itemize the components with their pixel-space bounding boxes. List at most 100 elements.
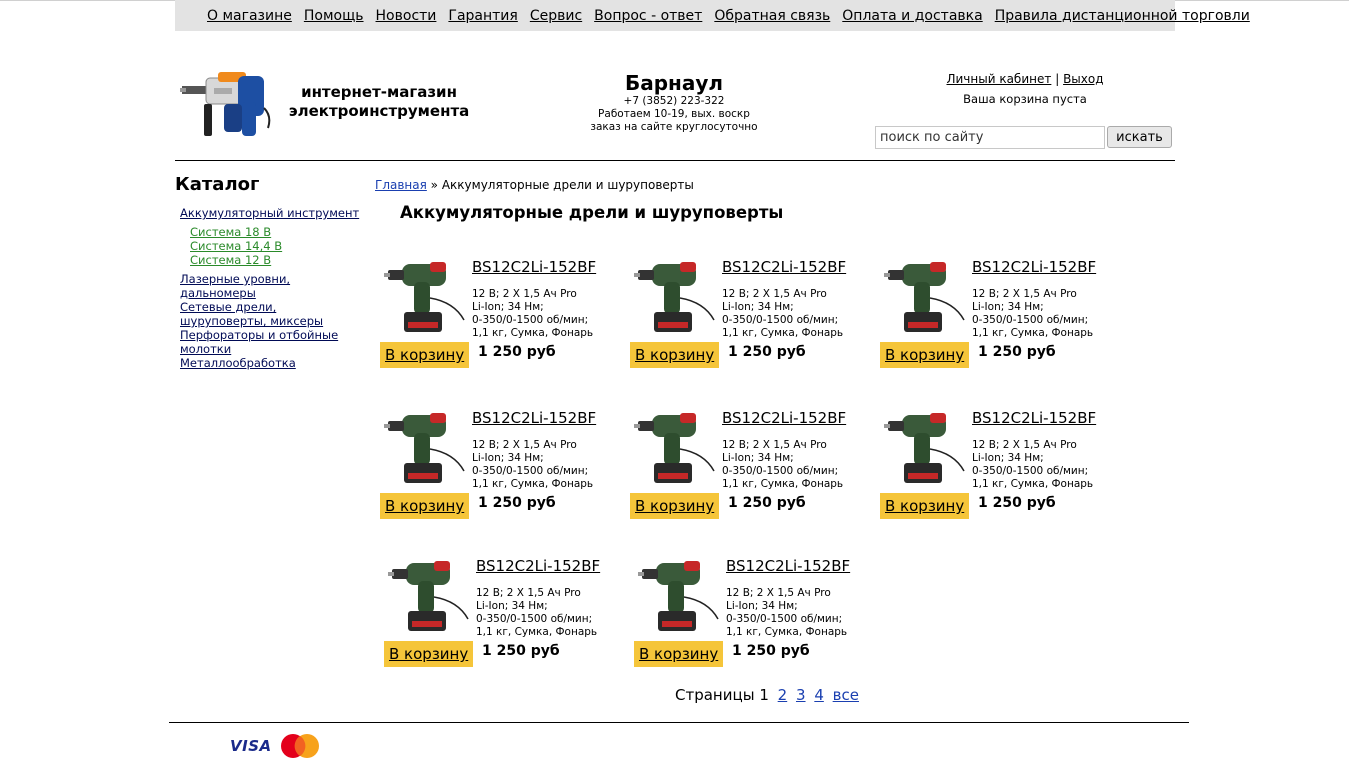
logout-link[interactable]: Выход [1063,72,1103,86]
add-to-cart-button[interactable]: В корзину [630,342,720,368]
sidebar-item-corded-drills[interactable]: Сетевые дрели, шуруповерты, миксеры [180,300,365,328]
nav-warranty[interactable]: Гарантия [448,8,517,24]
product-spec-line: 1,1 кг, Сумка, Фонарь [476,626,598,638]
add-to-cart-button[interactable]: В корзину [880,342,970,368]
product-card: BS12C2Li-152BF 12 В; 2 Х 1,5 Ач Pro Li-Ion… [880,409,1120,529]
product-name-link[interactable]: BS12C2Li-152BF [726,557,850,575]
product-image-drill-icon[interactable] [638,557,722,637]
product-spec-line: 0-350/0-1500 об/мин; [972,465,1089,477]
pager-all[interactable]: все [833,686,859,704]
product-spec-line: Li-Ion; 34 Нм; [472,301,544,313]
product-card: BS12C2Li-152BF 12 В; 2 Х 1,5 Ач Pro Li-Ion… [630,258,870,378]
product-spec-line: 1,1 кг, Сумка, Фонарь [722,478,844,490]
product-name-link[interactable]: BS12C2Li-152BF [476,557,600,575]
product-name-link[interactable]: BS12C2Li-152BF [472,409,596,427]
sidebar-subgroup: Система 18 В Система 14,4 В Система 12 В [180,225,365,267]
product-spec-line: 1,1 кг, Сумка, Фонарь [726,626,848,638]
product-spec-line: 0-350/0-1500 об/мин; [476,613,593,625]
product-image-drill-icon[interactable] [388,557,472,637]
product-description: 12 В; 2 Х 1,5 Ач Pro Li-Ion; 34 Нм; 0-350/… [722,439,872,491]
product-spec-line: 12 В; 2 Х 1,5 Ач Pro [726,587,831,599]
cart-status: Ваша корзина пуста [963,92,1087,106]
sidebar-item-rotary-hammers[interactable]: Перфораторы и отбойные молотки [180,328,365,356]
product-spec-line: 0-350/0-1500 об/мин; [472,465,589,477]
product-description: 12 В; 2 Х 1,5 Ач Pro Li-Ion; 34 Нм; 0-350/… [972,439,1122,491]
product-name-link[interactable]: BS12C2Li-152BF [722,409,846,427]
product-spec-line: 1,1 кг, Сумка, Фонарь [472,478,594,490]
product-image-drill-icon[interactable] [384,409,468,489]
add-to-cart-button[interactable]: В корзину [380,342,470,368]
search-input[interactable] [875,126,1105,149]
account-block: Личный кабинет | Выход Ваша корзина пуст… [900,72,1150,106]
pager-page-3[interactable]: 3 [796,686,806,704]
add-to-cart-button[interactable]: В корзину [380,493,470,519]
nav-remote-trade-rules[interactable]: Правила дистанционной торговли [995,8,1250,24]
product-name-link[interactable]: BS12C2Li-152BF [972,409,1096,427]
nav-payment-delivery[interactable]: Оплата и доставка [842,8,982,24]
product-image-drill-icon[interactable] [634,409,718,489]
product-description: 12 В; 2 Х 1,5 Ач Pro Li-Ion; 34 Нм; 0-350/… [722,288,872,340]
product-name-link[interactable]: BS12C2Li-152BF [972,258,1096,276]
product-description: 12 В; 2 Х 1,5 Ач Pro Li-Ion; 34 Нм; 0-350/… [476,587,626,639]
pager-page-4[interactable]: 4 [814,686,824,704]
store-slogan: интернет-магазин электроинструмента [284,83,474,121]
sidebar-item-metalworking[interactable]: Металлообработка [180,356,365,370]
product-card: BS12C2Li-152BF 12 В; 2 Х 1,5 Ач Pro Li-Ion… [380,258,620,378]
product-spec-line: 0-350/0-1500 об/мин; [726,613,843,625]
sidebar-item-system-12v[interactable]: Система 12 В [190,253,365,267]
breadcrumb-current: Аккумуляторные дрели и шуруповерты [441,178,694,192]
product-spec-line: 12 В; 2 Х 1,5 Ач Pro [722,288,827,300]
search-button[interactable]: искать [1107,126,1172,148]
add-to-cart-button[interactable]: В корзину [880,493,970,519]
sidebar-item-cordless-tools[interactable]: Аккумуляторный инструмент [180,206,365,220]
logo-hammer-drill-icon[interactable] [180,68,272,140]
nav-help[interactable]: Помощь [304,8,364,24]
product-spec-line: 1,1 кг, Сумка, Фонарь [722,327,844,339]
product-spec-line: 1,1 кг, Сумка, Фонарь [472,327,594,339]
nav-news[interactable]: Новости [376,8,437,24]
product-price: 1 250 руб [478,495,556,511]
nav-feedback[interactable]: Обратная связь [714,8,830,24]
product-name-link[interactable]: BS12C2Li-152BF [472,258,596,276]
city-name: Барнаул [624,71,724,95]
sidebar-item-system-14v[interactable]: Система 14,4 В [190,239,365,253]
product-name-link[interactable]: BS12C2Li-152BF [722,258,846,276]
product-price: 1 250 руб [728,495,806,511]
add-to-cart-button[interactable]: В корзину [384,641,474,667]
nav-about[interactable]: О магазине [207,8,292,24]
nav-service[interactable]: Сервис [530,8,582,24]
pager-page-2[interactable]: 2 [778,686,788,704]
visa-logo: VISA [230,737,272,755]
product-spec-line: Li-Ion; 34 Нм; [472,452,544,464]
product-spec-line: Li-Ion; 34 Нм; [972,301,1044,313]
slogan-line-1: интернет-магазин [301,83,457,101]
account-link[interactable]: Личный кабинет [946,72,1051,86]
product-spec-line: 12 В; 2 Х 1,5 Ач Pro [972,288,1077,300]
contact-block: Барнаул +7 (3852) 223-322 Работаем 10-19… [574,71,774,134]
product-image-drill-icon[interactable] [384,258,468,338]
product-price: 1 250 руб [482,643,560,659]
product-spec-line: 12 В; 2 Х 1,5 Ач Pro [472,288,577,300]
product-image-drill-icon[interactable] [884,258,968,338]
product-spec-line: 0-350/0-1500 об/мин; [972,314,1089,326]
order-note: заказ на сайте круглосуточно [590,121,758,133]
pager-current: 1 [759,686,769,704]
product-price: 1 250 руб [478,344,556,360]
nav-faq[interactable]: Вопрос - ответ [594,8,702,24]
product-image-drill-icon[interactable] [634,258,718,338]
pagination: Страницы 1 2 3 4 все [675,686,859,704]
pager-label: Страницы [675,686,755,704]
breadcrumb-home[interactable]: Главная [375,178,427,192]
account-separator: | [1055,72,1060,86]
page-title: Аккумуляторные дрели и шуруповерты [400,203,784,222]
product-card: BS12C2Li-152BF 12 В; 2 Х 1,5 Ач Pro Li-Ion… [880,258,1120,378]
search-form: искать [875,126,1172,149]
breadcrumb: Главная » Аккумуляторные дрели и шурупов… [375,178,694,192]
sidebar-item-system-18v[interactable]: Система 18 В [190,225,365,239]
add-to-cart-button[interactable]: В корзину [630,493,720,519]
product-image-drill-icon[interactable] [884,409,968,489]
product-spec-line: 12 В; 2 Х 1,5 Ач Pro [722,439,827,451]
add-to-cart-button[interactable]: В корзину [634,641,724,667]
slogan-line-2: электроинструмента [288,102,470,120]
sidebar-item-laser-levels[interactable]: Лазерные уровни, дальномеры [180,272,365,300]
